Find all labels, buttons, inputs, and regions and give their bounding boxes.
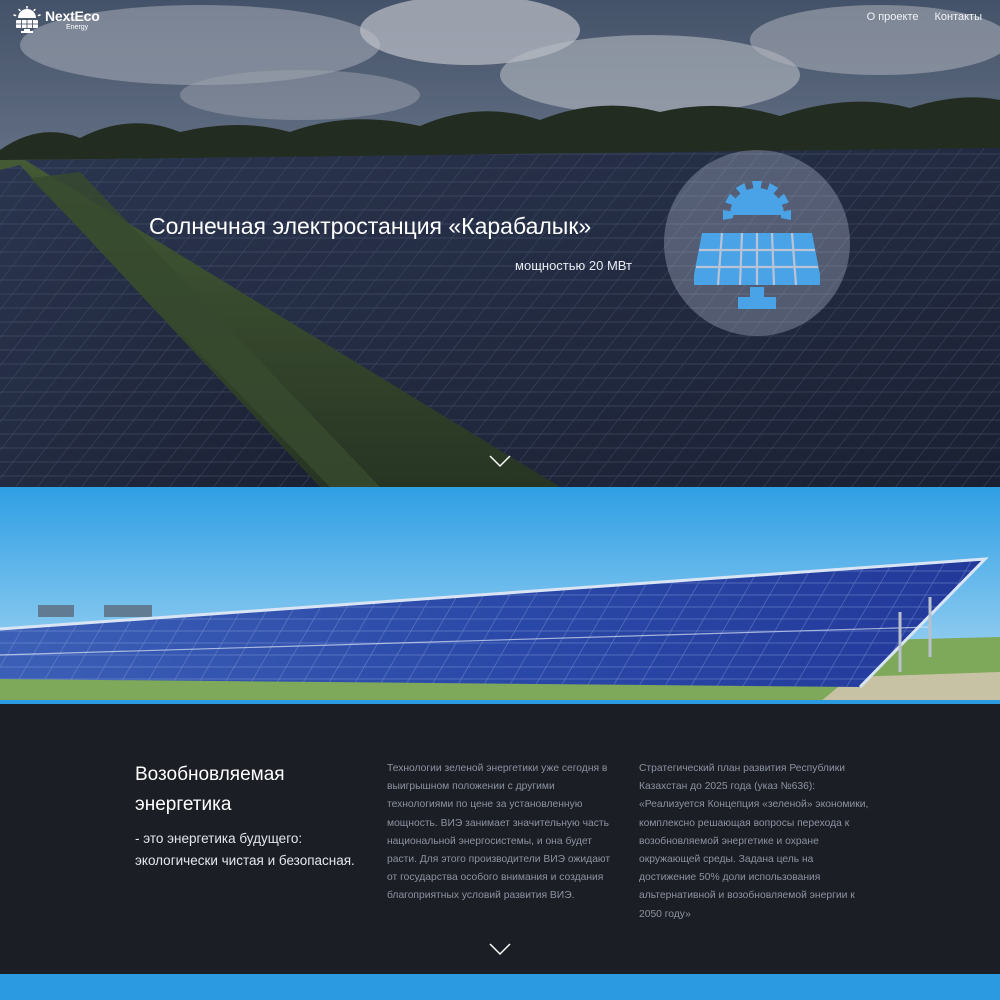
logo-solar-icon: [13, 6, 41, 33]
hero-overlay: [0, 0, 1000, 487]
section-heading: Возобновляемая энергетика: [135, 764, 285, 815]
footer-accent-bar: [0, 974, 1000, 1000]
nav-link-contacts[interactable]: Контакты: [934, 11, 982, 23]
logo[interactable]: NextEco Energy: [12, 6, 100, 34]
text-column-technology: Технологии зеленой энергетики уже сегодн…: [387, 763, 611, 902]
logo-name: NextEco: [45, 8, 100, 24]
hero-badge: [664, 150, 850, 336]
nav-link-about[interactable]: О проекте: [867, 11, 919, 23]
logo-subtitle: Energy: [66, 24, 89, 31]
solar-banner-image: [0, 487, 1000, 702]
hero-title: Солнечная электростанция «Карабалык»: [149, 213, 592, 239]
solar-panel-sun-icon: [694, 181, 820, 309]
top-nav: О проекте Контакты: [867, 11, 982, 23]
hero-section: NextEco Energy О проекте Контакты Солнеч…: [0, 0, 1000, 487]
text-column-strategy: Стратегический план развития Республики …: [639, 763, 869, 920]
scroll-down-icon[interactable]: [489, 454, 511, 468]
renewable-energy-section: Возобновляемая энергетика - это энергети…: [0, 704, 1000, 974]
solar-farm-photo: [0, 487, 1000, 702]
scroll-down-icon[interactable]: [489, 942, 511, 956]
section-lead: - это энергетика будущего: экологически …: [135, 831, 355, 868]
hero-subtitle: мощностью 20 МВт: [515, 258, 632, 273]
